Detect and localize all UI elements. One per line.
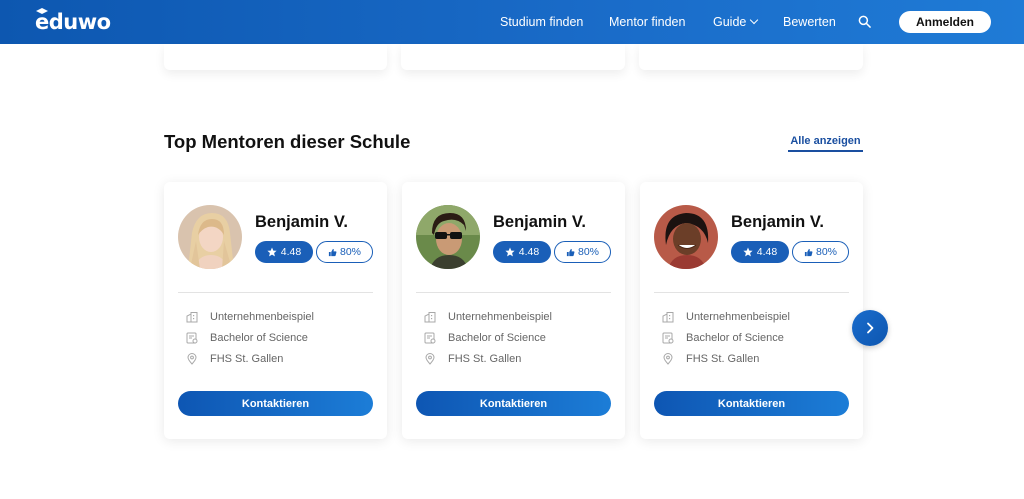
mentor-card: Benjamin V. 4.48 80% Unternehmenbeispiel… — [640, 182, 863, 439]
star-icon — [505, 247, 515, 257]
nav-mentor-finden[interactable]: Mentor finden — [609, 15, 685, 29]
rating-badge: 4.48 — [493, 241, 551, 263]
rating-value: 4.48 — [756, 246, 778, 258]
nav-bewerten[interactable]: Bewerten — [783, 15, 836, 29]
degree-row: Bachelor of Science — [424, 332, 546, 344]
eduwo-logo[interactable]: eduwo — [35, 8, 111, 34]
previous-card-bottom — [639, 44, 863, 70]
graduation-cap-icon — [36, 8, 48, 14]
rating-value: 4.48 — [280, 246, 302, 258]
see-all-link[interactable]: Alle anzeigen — [788, 135, 863, 152]
degree-text: Bachelor of Science — [448, 332, 546, 344]
login-button[interactable]: Anmelden — [899, 11, 991, 33]
thumbs-up-icon — [328, 248, 337, 256]
company-row: Unternehmenbeispiel — [186, 311, 314, 323]
company-row: Unternehmenbeispiel — [424, 311, 552, 323]
degree-row: Bachelor of Science — [662, 332, 784, 344]
avatar — [416, 205, 480, 269]
avatar — [654, 205, 718, 269]
recommend-value: 80% — [339, 246, 361, 258]
location-pin-icon — [187, 353, 197, 365]
school-row: FHS St. Gallen — [424, 353, 521, 365]
degree-row: Bachelor of Science — [186, 332, 308, 344]
mentor-card: Benjamin V. 4.48 80% Unternehmenbeispiel… — [164, 182, 387, 439]
company-text: Unternehmenbeispiel — [448, 311, 552, 323]
recommend-value: 80% — [577, 246, 599, 258]
section-title: Top Mentoren dieser Schule — [164, 131, 411, 152]
chevron-down-icon — [750, 15, 759, 25]
nav-guide-label: Guide — [713, 15, 747, 29]
star-icon — [267, 247, 277, 257]
rating-badge: 4.48 — [731, 241, 789, 263]
school-row: FHS St. Gallen — [662, 353, 759, 365]
nav-guide[interactable]: Guide — [713, 15, 759, 29]
company-text: Unternehmenbeispiel — [210, 311, 314, 323]
search-icon[interactable] — [858, 15, 871, 28]
school-text: FHS St. Gallen — [210, 353, 284, 365]
star-icon — [743, 247, 753, 257]
recommend-badge: 80% — [554, 241, 611, 263]
nav-studium-finden[interactable]: Studium finden — [500, 15, 583, 29]
certificate-icon — [424, 332, 436, 344]
thumbs-up-icon — [804, 248, 813, 256]
company-row: Unternehmenbeispiel — [662, 311, 790, 323]
mentor-name: Benjamin V. — [731, 213, 824, 231]
rating-badge: 4.48 — [255, 241, 313, 263]
contact-button[interactable]: Kontaktieren — [416, 391, 611, 416]
recommend-badge: 80% — [316, 241, 373, 263]
mentor-name: Benjamin V. — [493, 213, 586, 231]
certificate-icon — [662, 332, 674, 344]
thumbs-up-icon — [566, 248, 575, 256]
company-text: Unternehmenbeispiel — [686, 311, 790, 323]
rating-value: 4.48 — [518, 246, 540, 258]
degree-text: Bachelor of Science — [210, 332, 308, 344]
building-icon — [186, 312, 198, 323]
avatar — [178, 205, 242, 269]
mentor-name: Benjamin V. — [255, 213, 348, 231]
divider — [416, 292, 611, 293]
recommend-badge: 80% — [792, 241, 849, 263]
location-pin-icon — [663, 353, 673, 365]
contact-button[interactable]: Kontaktieren — [178, 391, 373, 416]
previous-card-bottom — [401, 44, 625, 70]
school-text: FHS St. Gallen — [448, 353, 522, 365]
building-icon — [662, 312, 674, 323]
top-navigation-bar: eduwo Studium finden Mentor finden Guide… — [0, 0, 1024, 44]
previous-card-bottom — [164, 44, 387, 70]
school-row: FHS St. Gallen — [186, 353, 283, 365]
contact-button[interactable]: Kontaktieren — [654, 391, 849, 416]
mentor-card: Benjamin V. 4.48 80% Unternehmenbeispiel… — [402, 182, 625, 439]
carousel-next-button[interactable] — [852, 310, 888, 346]
recommend-value: 80% — [815, 246, 837, 258]
chevron-right-icon — [867, 322, 874, 334]
divider — [654, 292, 849, 293]
building-icon — [424, 312, 436, 323]
school-text: FHS St. Gallen — [686, 353, 760, 365]
degree-text: Bachelor of Science — [686, 332, 784, 344]
divider — [178, 292, 373, 293]
location-pin-icon — [425, 353, 435, 365]
certificate-icon — [186, 332, 198, 344]
